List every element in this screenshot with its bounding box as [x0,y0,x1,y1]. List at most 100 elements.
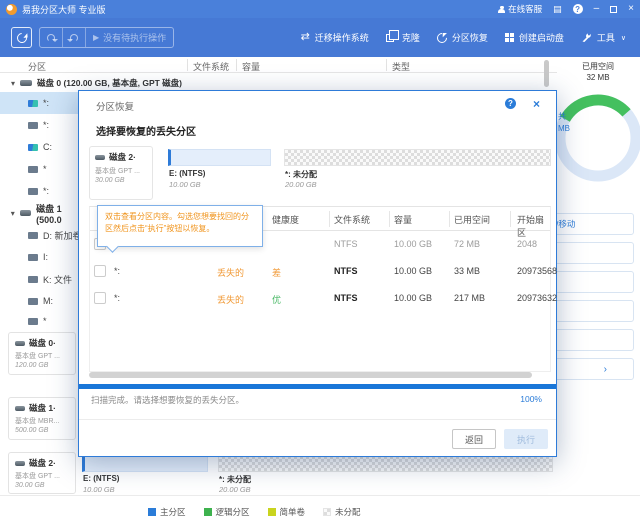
execute-button[interactable]: 执行 [504,429,548,449]
row-checkbox[interactable] [94,292,106,304]
table-row[interactable]: *: 丢失的 优 NTFS 10.00 GB 217 MB 20973632 [90,285,550,312]
play-icon: ▶ [93,33,99,42]
dialog-disk-card: 磁盘 2· 基本盘 GPT ... 30.00 GB [89,146,153,200]
tree-item-partition[interactable]: D: 新加卷 [0,224,88,246]
chevron-down-icon: ∨ [621,34,626,42]
migrate-os-label: 迁移操作系统 [315,31,369,44]
dialog-partition-block-e[interactable] [168,149,271,166]
migrate-os-icon: ⇄ [301,32,310,43]
column-divider [236,59,237,71]
redo-button[interactable] [63,28,86,47]
dialog-header: 分区恢复 ? × [79,91,556,117]
chevron-right-icon: › [604,364,607,375]
help-icon[interactable]: ? [573,4,583,14]
dialog-partition-block-unallocated[interactable] [284,149,551,166]
col-type[interactable]: 类型 [392,60,410,73]
partition-block-e[interactable] [82,455,208,472]
disk-icon [95,155,105,160]
partition-icon [28,100,38,107]
action-button-resize-move[interactable]: /移动 [545,213,634,235]
create-boot-disk-button[interactable]: 创建启动盘 [505,31,564,44]
partition-recovery-button[interactable]: 分区恢复 [437,31,488,44]
refresh-button[interactable] [11,27,32,48]
tree-item-partition[interactable]: I: [0,246,88,268]
partition-icon [28,318,38,325]
online-support-button[interactable]: 在线客服 [498,3,542,15]
column-divider [389,211,390,227]
action-button[interactable] [545,271,634,293]
main-table-header: 分区 文件系统 容量 类型 [0,57,557,73]
col-capacity: 容量 [394,213,412,226]
disk-card-2[interactable]: 磁盘 2· 基本盘 GPT ... 30.00 GB [8,452,76,494]
logical-color-icon [204,508,212,516]
partition-recovery-icon [435,30,449,44]
tree-item-partition[interactable]: K: 文件 [0,268,88,290]
partition-icon [28,144,38,151]
table-horizontal-scrollbar[interactable] [89,372,541,378]
used-space-label: 已用空间 32 MB [548,62,640,84]
legend-simple: 简单卷 [268,506,306,518]
back-button[interactable]: 返回 [452,429,496,449]
dialog-help-icon[interactable]: ? [505,98,516,109]
tree-item-partition[interactable]: * [0,158,88,180]
support-person-icon [498,6,505,13]
app-logo-icon [6,4,17,15]
disk-card-0[interactable]: 磁盘 0· 基本盘 GPT ... 120.00 GB [8,332,76,375]
scan-progress-bar [79,384,556,389]
tree-item-partition[interactable]: *: [0,180,88,202]
col-capacity[interactable]: 容量 [242,60,260,73]
tree-item-partition[interactable]: *: [0,114,88,136]
table-row[interactable]: *: 丢失的 差 NTFS 10.00 GB 33 MB 20973568 [90,258,550,285]
col-used: 已用空间 [454,213,490,226]
boot-disk-icon [505,33,514,42]
undo-icon [47,34,55,42]
simple-color-icon [268,508,276,516]
tree-item-partition[interactable]: M: [0,290,88,312]
disk-icon [20,210,32,216]
column-divider [449,211,450,227]
partition-icon [28,122,38,129]
pending-operations-group: ▶ 没有待执行操作 [39,27,174,48]
donut-center-text: 共 MB [558,111,570,135]
action-button[interactable] [545,300,634,322]
dialog-close-icon[interactable]: × [533,97,540,111]
partition-icon [28,232,38,239]
primary-color-icon [148,508,156,516]
footer-divider [79,419,556,420]
partition-recovery-label: 分区恢复 [452,31,488,44]
action-button[interactable] [545,329,634,351]
tree-item-partition[interactable]: * [0,312,88,330]
partition-icon [28,188,38,195]
app-window: 易我分区大师 专业版 在线客服 ▤ ? – × ▶ 没有待执行操作 [0,0,640,527]
disk0-label: 磁盘 0 (120.00 GB, 基本盘, GPT 磁盘) [37,77,182,89]
clone-button[interactable]: 克隆 [386,31,420,44]
row-checkbox[interactable] [94,265,106,277]
tree-expand-icon[interactable]: ▾ [6,79,20,88]
menu-grid-icon[interactable]: ▤ [553,5,562,14]
partition-icon [28,166,38,173]
action-button[interactable] [545,242,634,264]
undo-button[interactable] [40,28,63,47]
col-health: 健康度 [272,213,299,226]
action-button-more[interactable]: › [545,358,634,380]
tree-item-partition[interactable]: *: [0,92,88,114]
disk-card-1[interactable]: 磁盘 1· 基本盘 MBR... 500.00 GB [8,397,76,440]
partition-block-unallocated[interactable] [218,455,553,472]
minimize-button[interactable]: – [594,4,600,14]
migrate-os-button[interactable]: ⇄ 迁移操作系统 [301,31,369,44]
wrench-icon [581,32,592,43]
refresh-icon [14,30,28,44]
tools-button[interactable]: 工具 ∨ [581,31,626,44]
maximize-button[interactable] [610,6,617,13]
tree-item-partition[interactable]: C: [0,136,88,158]
col-partition[interactable]: 分区 [28,60,46,73]
close-button[interactable]: × [628,4,634,14]
col-filesystem[interactable]: 文件系统 [193,60,229,73]
execute-pending-button[interactable]: ▶ 没有待执行操作 [86,28,173,47]
tree-expand-icon[interactable]: ▾ [6,209,20,218]
legend-unallocated: 未分配 [323,506,361,518]
tree-item-disk1[interactable]: ▾磁盘 1 (500.0 [0,202,88,224]
partition-recovery-dialog: 分区恢复 ? × 选择要恢复的丢失分区 磁盘 2· 基本盘 GPT ... 30… [78,90,557,457]
instruction-tooltip: 双击查看分区内容。勾选您想要找回的分区然后点击“执行”按钮以恢复。 [97,205,263,247]
scan-status-text: 扫描完成。请选择想要恢复的丢失分区。 [91,394,244,406]
